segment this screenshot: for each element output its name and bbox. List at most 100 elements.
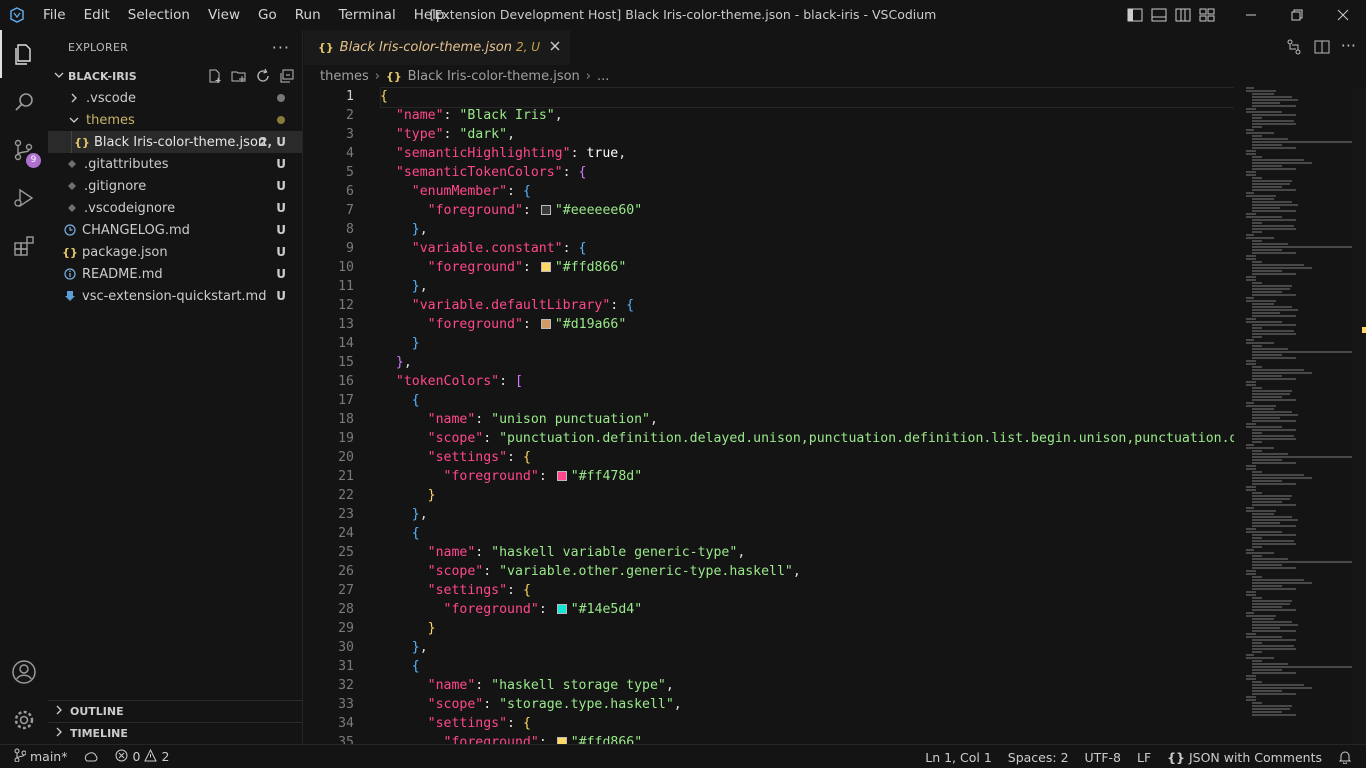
activity-bar-bottom [0, 648, 48, 744]
source-control-icon[interactable]: 9 [0, 126, 48, 174]
line-content: "settings": { [427, 583, 531, 598]
minimap[interactable] [1240, 87, 1352, 744]
extensions-icon[interactable] [0, 222, 48, 270]
minimap-line [1246, 300, 1276, 302]
run-debug-icon[interactable] [0, 174, 48, 222]
tree-item-readme[interactable]: README.md U [48, 263, 302, 285]
tree-item-gitignore[interactable]: .gitignore U [48, 175, 302, 197]
breadcrumb-folder[interactable]: themes [320, 69, 369, 84]
menu-file[interactable]: File [34, 0, 75, 30]
tab-black-iris-color-theme[interactable]: {} Black Iris-color-theme.json 2, U [304, 30, 570, 65]
toggle-secondary-sidebar-icon[interactable] [1174, 6, 1192, 24]
menu-go[interactable]: Go [249, 0, 286, 30]
breadcrumb-file[interactable]: Black Iris-color-theme.json [408, 69, 580, 84]
outline-section-header[interactable]: OUTLINE [48, 700, 303, 722]
line-number: 11 [338, 279, 354, 294]
breadcrumb-more[interactable]: ... [597, 69, 609, 84]
color-swatch[interactable] [556, 737, 567, 744]
line-content: }, [411, 507, 428, 522]
menu-view[interactable]: View [199, 0, 249, 30]
open-changes-icon[interactable] [1285, 38, 1303, 60]
cursor-position[interactable]: Ln 1, Col 1 [917, 745, 1000, 768]
warning-count: 2 [161, 749, 170, 764]
color-swatch[interactable] [540, 319, 551, 329]
sync-icon[interactable] [75, 745, 107, 768]
minimap-line [1252, 141, 1352, 143]
notifications-bell-icon[interactable] [1330, 745, 1366, 768]
split-editor-icon[interactable] [1313, 38, 1331, 60]
minimap-line [1252, 324, 1296, 326]
collapse-all-icon[interactable] [278, 67, 296, 85]
code-line: 33 "scope": "storage.type.haskell", [304, 695, 1234, 714]
minimap-line [1252, 558, 1288, 560]
new-file-icon[interactable] [206, 67, 224, 85]
workspace-section-header[interactable]: BLACK-IRIS [48, 65, 302, 87]
line-content: }, [411, 640, 428, 655]
menu-help[interactable]: Help [405, 0, 454, 30]
close-window-icon[interactable] [1320, 0, 1366, 30]
minimap-line [1252, 180, 1292, 182]
minimap-line [1252, 267, 1312, 269]
toggle-panel-icon[interactable] [1150, 6, 1168, 24]
tree-item-themes[interactable]: themes [48, 109, 302, 131]
code-line: 6 "enumMember": { [304, 182, 1234, 201]
color-swatch[interactable] [556, 604, 567, 614]
restore-icon[interactable] [1274, 0, 1320, 30]
tree-item-vscodeignore[interactable]: .vscodeignore U [48, 197, 302, 219]
encoding[interactable]: UTF-8 [1077, 745, 1129, 768]
color-swatch[interactable] [556, 471, 567, 481]
line-number: 34 [338, 716, 354, 731]
indentation[interactable]: Spaces: 2 [1000, 745, 1077, 768]
timeline-section-header[interactable]: TIMELINE [48, 722, 303, 744]
minimap-line [1246, 360, 1256, 362]
minimap-line [1252, 117, 1262, 119]
customize-layout-icon[interactable] [1198, 6, 1216, 24]
markdown-arrow-icon [62, 288, 78, 304]
toggle-primary-sidebar-icon[interactable] [1126, 6, 1144, 24]
new-folder-icon[interactable] [230, 67, 248, 85]
workspace-name: BLACK-IRIS [68, 69, 137, 83]
menu-selection[interactable]: Selection [119, 0, 199, 30]
minimize-icon[interactable] [1228, 0, 1274, 30]
minimap-line [1252, 705, 1292, 707]
more-actions-icon[interactable]: ··· [272, 38, 290, 57]
explorer-icon[interactable] [0, 30, 48, 78]
minimap-line [1252, 546, 1262, 548]
code-editor[interactable]: 1{ 2 "name": "Black Iris", 3 "type": "da… [304, 87, 1234, 744]
tree-item-vscode[interactable]: .vscode [48, 87, 302, 109]
refresh-icon[interactable] [254, 67, 272, 85]
branch-name: main* [30, 749, 68, 764]
search-icon[interactable] [0, 78, 48, 126]
minimap-line [1246, 234, 1254, 236]
line-number: 21 [338, 469, 354, 484]
minimap-line [1252, 504, 1296, 506]
tree-item-changelog[interactable]: CHANGELOG.md U [48, 219, 302, 241]
menu-edit[interactable]: Edit [75, 0, 119, 30]
minimap-line [1246, 195, 1276, 197]
menu-terminal[interactable]: Terminal [330, 0, 405, 30]
vertical-scrollbar[interactable] [1352, 87, 1366, 744]
tree-item-gitattributes[interactable]: .gitattributes U [48, 153, 302, 175]
end-of-line[interactable]: LF [1129, 745, 1159, 768]
more-actions-icon[interactable]: ··· [1341, 38, 1356, 60]
problems-indicator[interactable]: 0 2 [107, 745, 177, 768]
branch-indicator[interactable]: main* [0, 745, 75, 768]
language-mode[interactable]: {} JSON with Comments [1159, 745, 1330, 768]
minimap-line [1252, 474, 1304, 476]
color-swatch[interactable] [540, 205, 551, 215]
minimap-line [1252, 606, 1282, 608]
minimap-line [1252, 669, 1282, 671]
menu-run[interactable]: Run [286, 0, 330, 30]
line-number: 19 [338, 431, 354, 446]
minimap-line [1246, 108, 1256, 110]
tree-item-quickstart[interactable]: vsc-extension-quickstart.md U [48, 285, 302, 307]
minimap-line [1252, 642, 1262, 644]
minimap-line [1246, 423, 1256, 425]
accounts-icon[interactable] [0, 648, 48, 696]
color-swatch[interactable] [540, 262, 551, 272]
tree-item-package-json[interactable]: {} package.json U [48, 241, 302, 263]
close-icon[interactable] [550, 39, 560, 55]
manage-gear-icon[interactable] [0, 696, 48, 744]
tree-item-black-iris-color-theme[interactable]: {} Black Iris-color-theme.json 2, U [48, 131, 302, 153]
minimap-line [1246, 150, 1256, 152]
